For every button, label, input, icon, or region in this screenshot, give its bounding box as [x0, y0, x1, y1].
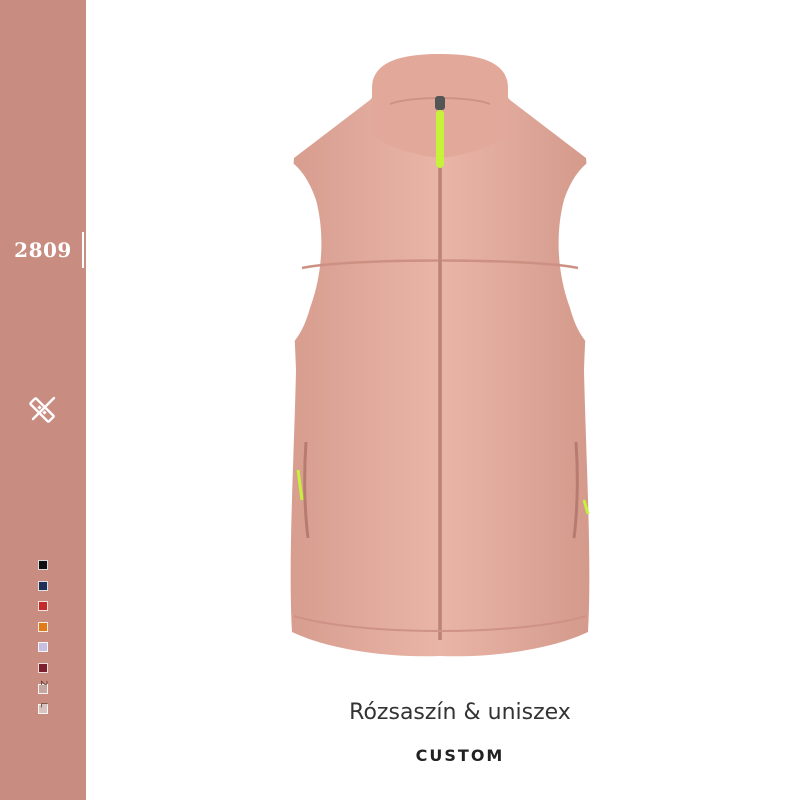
product-image-pink-fleece-vest: [272, 54, 608, 657]
size-letter: L: [38, 702, 48, 708]
color-swatch[interactable]: [38, 601, 48, 612]
color-swatch[interactable]: [38, 662, 48, 673]
color-swatch[interactable]: [38, 580, 48, 591]
color-swatch[interactable]: [38, 560, 48, 570]
size-letter: 2: [38, 680, 48, 686]
pencil-ruler-icon: [29, 396, 56, 423]
product-code: 2809: [14, 238, 72, 262]
product-name: Rózsaszín & uniszex: [349, 700, 571, 725]
code-divider: [82, 232, 84, 268]
left-sidebar: 2809 2 L: [0, 0, 86, 800]
color-swatch[interactable]: [38, 642, 48, 653]
color-swatch[interactable]: [38, 621, 48, 632]
size-letters: 2 L: [36, 676, 50, 720]
brand-label: CUSTOM: [415, 746, 505, 765]
